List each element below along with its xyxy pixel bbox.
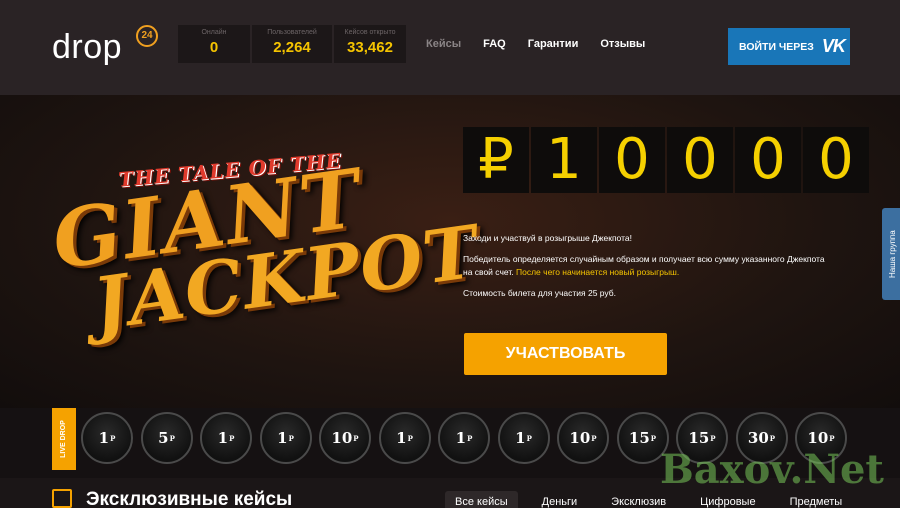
coin-currency: Р bbox=[829, 433, 835, 443]
jackpot-digit: 0 bbox=[667, 127, 733, 193]
case-tabs: Все кейсы Деньги Эксклюзив Цифровые Пред… bbox=[445, 491, 866, 508]
vk-login-button[interactable]: ВОЙТИ ЧЕРЕЗ VK bbox=[728, 28, 850, 65]
jackpot-digit: 0 bbox=[735, 127, 801, 193]
vk-icon: VK bbox=[821, 36, 846, 56]
stat-value: 33,462 bbox=[347, 39, 393, 56]
live-drop-label: LIVE DROP bbox=[52, 408, 76, 470]
live-drop-coin[interactable]: 10 Р bbox=[319, 412, 371, 464]
nav-faq[interactable]: FAQ bbox=[483, 38, 506, 50]
live-drop-coin[interactable]: 5Р bbox=[140, 412, 193, 464]
coin-value: 1 bbox=[98, 429, 110, 447]
jackpot-amount: ₽ 1 0 0 0 0 bbox=[463, 127, 871, 193]
jackpot-digit: 0 bbox=[803, 127, 869, 193]
coin-currency: Р bbox=[288, 433, 294, 443]
nav-reviews[interactable]: Отзывы bbox=[600, 38, 645, 50]
tab-exclusive[interactable]: Эксклюзив bbox=[601, 491, 676, 508]
live-drop-coin[interactable]: 1Р bbox=[438, 412, 490, 464]
tab-items[interactable]: Предметы bbox=[780, 491, 853, 508]
live-drop-coin[interactable]: 1Р bbox=[81, 412, 133, 464]
description-line-1: Заходи и участвуй в розыгрыше Джекпота! bbox=[463, 233, 632, 243]
coin-currency: Р bbox=[353, 433, 359, 443]
site-header: drop 24 Онлайн 0 Пользователей 2,264 Кей… bbox=[0, 0, 900, 95]
jackpot-digit: 0 bbox=[599, 127, 665, 193]
coin-currency: Р bbox=[467, 433, 473, 443]
coin-value: 1 bbox=[515, 429, 526, 447]
tab-digital[interactable]: Цифровые bbox=[690, 491, 765, 508]
coin-currency: Р bbox=[710, 433, 716, 443]
site-logo[interactable]: drop bbox=[52, 28, 122, 67]
coin-value: 15 bbox=[628, 429, 650, 447]
coin-currency: Р bbox=[169, 433, 175, 443]
live-drop-text: LIVE DROP bbox=[60, 420, 67, 458]
coin-value: 1 bbox=[217, 429, 229, 447]
coin-value: 10 bbox=[331, 429, 353, 447]
coin-currency: Р bbox=[769, 433, 776, 443]
live-drop-coin[interactable]: 1Р bbox=[378, 412, 431, 464]
login-label: ВОЙТИ ЧЕРЕЗ bbox=[739, 40, 814, 53]
jackpot-digit: ₽ bbox=[463, 127, 529, 193]
cases-title: Эксклюзивные кейсы bbox=[86, 489, 293, 508]
case-icon bbox=[52, 489, 72, 508]
participate-button[interactable]: УЧАСТВОВАТЬ bbox=[464, 333, 667, 375]
tab-all-cases[interactable]: Все кейсы bbox=[445, 491, 518, 508]
coin-currency: Р bbox=[526, 433, 532, 443]
coin-currency: Р bbox=[110, 433, 116, 443]
stats-bar: Онлайн 0 Пользователей 2,264 Кейсов откр… bbox=[178, 25, 408, 63]
coin-value: 10 bbox=[807, 429, 829, 447]
description-highlight: После чего начинается новый розыгрыш. bbox=[516, 267, 680, 277]
stat-cases-opened: Кейсов открыто 33,462 bbox=[334, 25, 406, 63]
tab-money[interactable]: Деньги bbox=[532, 491, 588, 508]
coin-currency: Р bbox=[407, 433, 413, 443]
coin-value: 30 bbox=[747, 429, 769, 447]
live-drop-coin[interactable]: 1Р bbox=[497, 412, 550, 464]
coin-currency: Р bbox=[591, 433, 597, 443]
stat-online: Онлайн 0 bbox=[178, 25, 250, 63]
stat-label: Пользователей bbox=[267, 29, 317, 36]
coin-currency: Р bbox=[229, 433, 235, 443]
watermark: Baxov.Net bbox=[660, 446, 884, 493]
stat-value: 2,264 bbox=[273, 39, 311, 56]
vk-group-label: Наша группа bbox=[888, 230, 897, 278]
nav-cases[interactable]: Кейсы bbox=[426, 38, 461, 50]
description-line-2: Победитель определяется случайным образо… bbox=[463, 253, 833, 279]
vk-group-widget[interactable]: Наша группа bbox=[882, 208, 900, 300]
stat-value: 0 bbox=[209, 39, 219, 56]
coin-currency: Р bbox=[650, 433, 657, 443]
jackpot-digit: 1 bbox=[531, 127, 597, 193]
live-drop-coin[interactable]: 1Р bbox=[259, 412, 312, 464]
live-drop-coin[interactable]: 10 Р bbox=[557, 412, 609, 464]
coin-value: 1 bbox=[455, 429, 467, 447]
stat-users: Пользователей 2,264 bbox=[252, 25, 332, 63]
coin-value: 15 bbox=[688, 429, 710, 447]
stat-label: Онлайн bbox=[201, 29, 227, 36]
coin-value: 10 bbox=[569, 429, 591, 447]
stat-label: Кейсов открыто bbox=[344, 29, 396, 36]
jackpot-description: Заходи и участвуй в розыгрыше Джекпота! … bbox=[463, 232, 833, 308]
live-drop-coin[interactable]: 1Р bbox=[200, 412, 252, 464]
logo-badge: 24 bbox=[136, 25, 158, 47]
nav-guarantees[interactable]: Гарантии bbox=[528, 38, 579, 50]
description-line-3: Стоимость билета для участия 25 руб. bbox=[463, 288, 616, 298]
coin-value: 1 bbox=[396, 429, 407, 447]
main-nav: Кейсы FAQ Гарантии Отзывы bbox=[426, 38, 667, 50]
coin-value: 5 bbox=[158, 429, 169, 447]
coin-value: 1 bbox=[277, 429, 288, 447]
